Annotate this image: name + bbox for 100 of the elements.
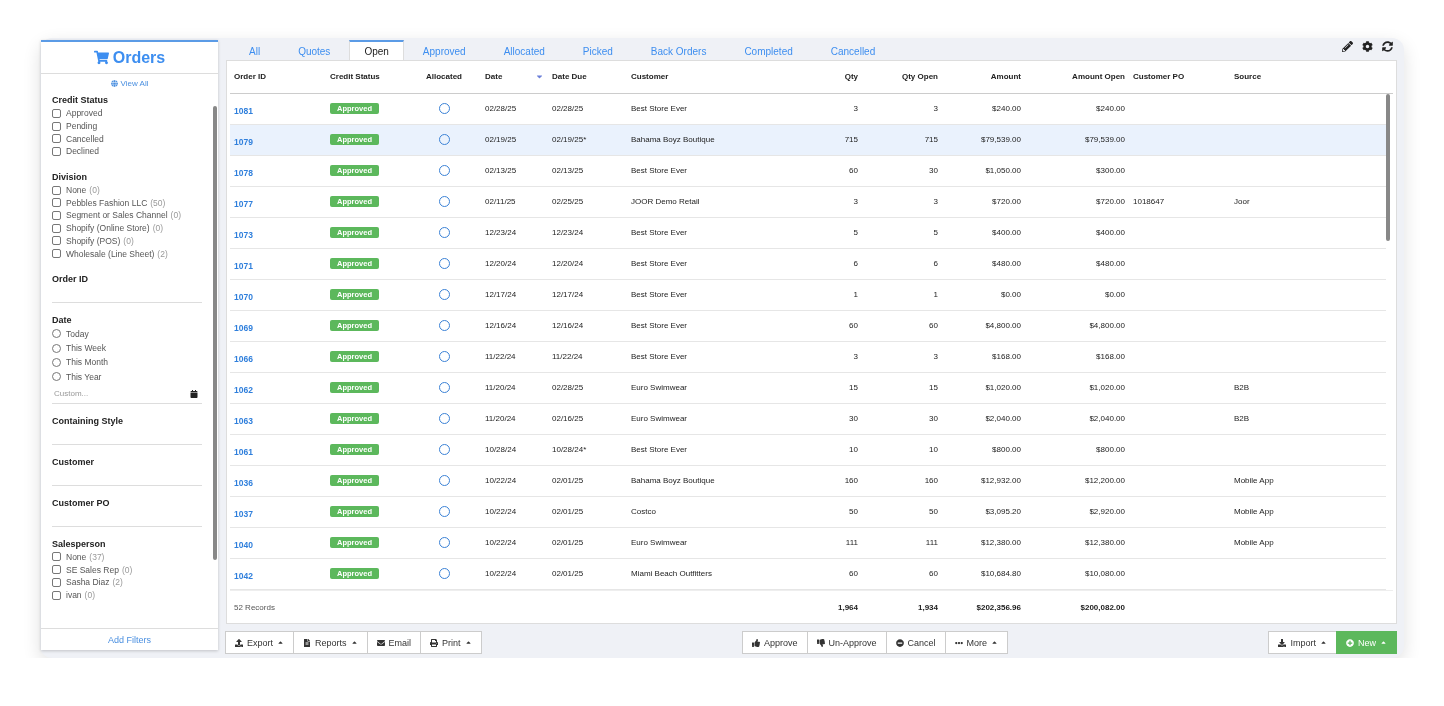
table-cell-text: $240.00 (1095, 104, 1126, 114)
column-header[interactable]: Source (1234, 72, 1262, 82)
table-cell-text: Mobile App (1233, 507, 1275, 517)
order-id-link[interactable]: 1077 (230, 198, 257, 209)
order-id-link[interactable]: 1040 (230, 539, 257, 550)
order-id-link[interactable]: 1081 (230, 105, 257, 116)
table-cell-text: 11/22/24 (484, 352, 517, 362)
order-id-link[interactable]: 1063 (230, 415, 257, 426)
table-cell-text: 60 (848, 569, 859, 579)
column-header[interactable]: Date Due (552, 72, 587, 82)
table-cell-text: $400.00 (1095, 228, 1126, 238)
table-cell-text: $720.00 (991, 197, 1022, 207)
table-cell-text: Euro Swimwear (630, 414, 688, 424)
table-cell-text: Best Store Ever (630, 321, 689, 331)
checkbox[interactable] (52, 552, 61, 562)
table-cell-text: 12/23/24 (551, 228, 585, 238)
unapprove-button[interactable]: Un-Approve (806, 631, 887, 654)
option-count: (2) (157, 248, 168, 259)
order-id-link[interactable]: 1078 (230, 167, 257, 178)
table-cell-text: 6 (852, 259, 859, 269)
checkbox[interactable] (52, 146, 61, 156)
filter-option-label: Approved (66, 108, 103, 119)
table-cell-text: Mobile App (1233, 538, 1275, 548)
checkbox[interactable] (52, 108, 61, 118)
scrollbar[interactable] (1386, 93, 1390, 241)
checkbox[interactable] (52, 236, 61, 246)
table-cell-text: 02/13/25 (551, 166, 585, 176)
checkbox[interactable] (52, 590, 61, 600)
checkbox[interactable] (52, 577, 61, 587)
column-header[interactable]: Order ID (234, 72, 266, 82)
column-header[interactable]: Amount Open (1072, 72, 1125, 82)
column-header[interactable]: Amount (990, 72, 1021, 82)
filter-option-label: Shopify (POS) (66, 235, 121, 246)
column-header[interactable]: Date (485, 72, 544, 82)
order-id-link[interactable]: 1037 (230, 508, 257, 519)
order-id-link[interactable]: 1070 (230, 291, 257, 302)
checkbox[interactable] (52, 223, 61, 233)
table-cell-text: 02/19/25* (551, 135, 588, 145)
view-all-link[interactable]: View All (41, 79, 218, 88)
approve-button[interactable]: Approve (741, 631, 808, 654)
table-cell-text: 3 (932, 104, 939, 114)
document-icon (303, 638, 311, 647)
table-cell-text: 12/17/24 (484, 290, 518, 300)
table-cell-text: 02/01/25 (551, 538, 585, 548)
radio-button[interactable] (52, 329, 61, 339)
table-cell-text: 02/01/25 (551, 569, 585, 579)
order-id-link[interactable]: 1071 (230, 260, 257, 271)
checkbox[interactable] (52, 249, 61, 259)
checkbox[interactable] (52, 121, 61, 131)
checkbox[interactable] (52, 198, 61, 208)
cancel-button[interactable]: Cancel (885, 631, 946, 654)
filter-title: Date (52, 314, 73, 325)
option-count: (50) (150, 197, 166, 208)
column-header[interactable]: Qty (844, 72, 858, 82)
email-button[interactable]: Email (366, 631, 422, 654)
settings-icon[interactable] (1362, 41, 1373, 52)
table-cell-text: $1,050.00 (984, 166, 1022, 176)
order-id-link[interactable]: 1069 (230, 322, 257, 333)
add-filters-link[interactable]: Add Filters (41, 628, 218, 650)
print-button[interactable]: Print (420, 631, 482, 654)
checkbox[interactable] (52, 134, 61, 144)
more-button[interactable]: More (944, 631, 1009, 654)
tab[interactable]: Open (349, 40, 404, 61)
order-id-link[interactable]: 1042 (230, 570, 257, 581)
checkbox[interactable] (52, 210, 61, 220)
import-button[interactable]: Import (1268, 631, 1337, 654)
table-cell-text: $480.00 (991, 259, 1022, 269)
column-header[interactable]: Allocated (426, 72, 462, 82)
refresh-icon[interactable] (1382, 41, 1393, 52)
order-id-link[interactable]: 1066 (230, 353, 257, 364)
caret-icon (1320, 639, 1327, 646)
table-cell-text: 60 (848, 321, 859, 331)
table-cell-text: $12,932.00 (979, 476, 1022, 486)
radio-button[interactable] (52, 372, 61, 382)
table-cell-text: $1,020.00 (1088, 383, 1126, 393)
radio-button[interactable] (52, 357, 61, 367)
order-id-link[interactable]: 1062 (230, 384, 257, 395)
export-button[interactable]: Export (225, 631, 294, 654)
radio-button[interactable] (52, 343, 61, 353)
order-id-link[interactable]: 1036 (230, 477, 257, 488)
date-field[interactable]: Custom... (52, 388, 190, 400)
reports-button[interactable]: Reports (293, 631, 368, 654)
scrollbar[interactable] (213, 106, 217, 560)
filter-option-label: SE Sales Rep (66, 564, 119, 575)
checkbox[interactable] (52, 565, 61, 575)
column-header[interactable]: Credit Status (330, 72, 380, 82)
table-cell-text: 11/20/24 (484, 383, 517, 393)
order-id-link[interactable]: 1079 (230, 136, 257, 147)
column-header[interactable]: Qty Open (902, 72, 938, 82)
column-header[interactable]: Customer (631, 72, 669, 82)
table-cell-text: $2,040.00 (1088, 414, 1126, 424)
order-id-link[interactable]: 1061 (230, 446, 257, 457)
table-cell-text: $480.00 (1095, 259, 1126, 269)
filter-option-label: Cancelled (66, 133, 104, 144)
sidebar-title-text: Orders (112, 48, 166, 67)
pencil-icon[interactable] (1342, 41, 1353, 52)
column-header[interactable]: Customer PO (1133, 72, 1185, 82)
order-id-link[interactable]: 1073 (230, 229, 257, 240)
table-cell-text: Best Store Ever (630, 352, 689, 362)
checkbox[interactable] (52, 185, 61, 195)
